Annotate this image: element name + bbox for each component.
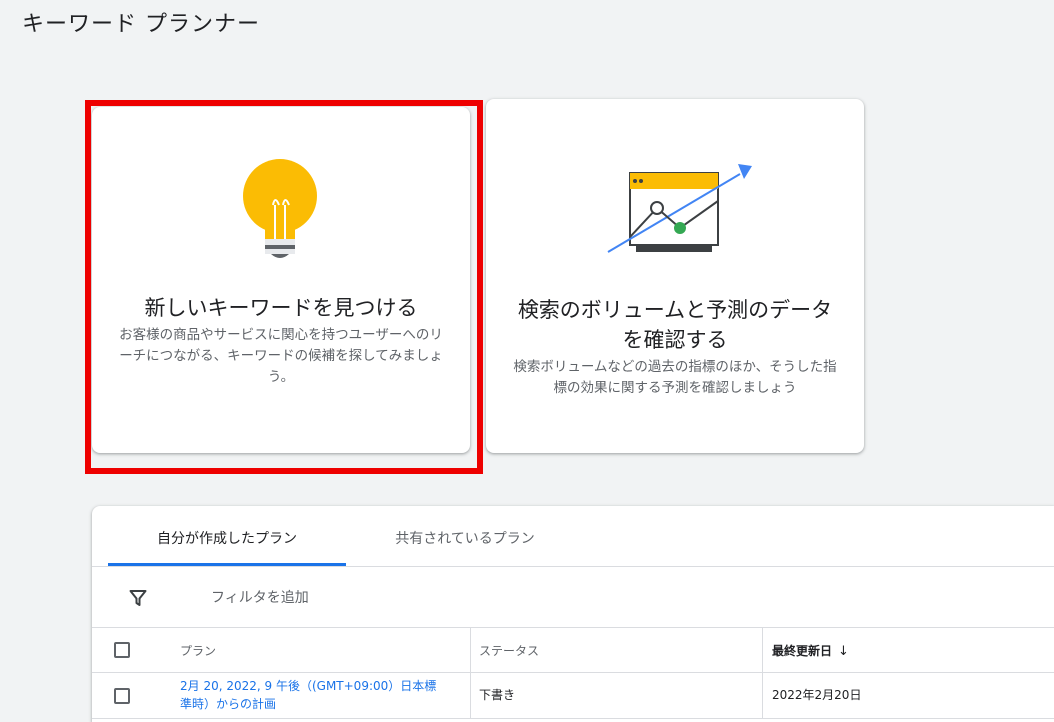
find-keywords-description: お客様の商品やサービスに関心を持つユーザーへのリーチにつながる、キーワードの候補… — [119, 327, 443, 385]
row-checkbox[interactable] — [114, 688, 130, 704]
forecast-card[interactable]: 検索のボリュームと予測のデータを確認する 検索ボリュームなどの過去の指標のほか、… — [486, 99, 864, 453]
find-keywords-card[interactable]: 新しいキーワードを見つける お客様の商品やサービスに関心を持つユーザーへのリーチ… — [92, 107, 470, 453]
column-divider — [762, 628, 763, 672]
column-divider — [470, 673, 471, 718]
plans-tabs: 自分が作成したプラン 共有されているプラン — [92, 506, 1054, 567]
tab-my-plans[interactable]: 自分が作成したプラン — [108, 506, 346, 566]
forecast-title: 検索のボリュームと予測のデータを確認する — [517, 298, 833, 352]
trend-chart-icon — [607, 164, 752, 253]
column-header-updated-label: 最終更新日 — [772, 644, 833, 658]
plans-panel: 自分が作成したプラン 共有されているプラン フィルタを追加 プラン ステータス … — [92, 506, 1054, 722]
column-header-updated[interactable]: 最終更新日 ↓ — [772, 642, 849, 659]
forecast-description: 検索ボリュームなどの過去の指標のほか、そうした指標の効果に関する予測を確認しまし… — [513, 359, 837, 396]
plan-updated-date: 2022年2月20日 — [772, 688, 862, 702]
column-divider — [470, 628, 471, 672]
page-title: キーワード プランナー — [22, 12, 260, 37]
column-divider — [762, 673, 763, 718]
lightbulb-icon — [243, 159, 317, 258]
column-header-plan[interactable]: プラン — [180, 642, 216, 659]
add-filter-button[interactable]: フィルタを追加 — [211, 587, 309, 607]
plan-status: 下書き — [479, 688, 516, 702]
tab-shared-plans[interactable]: 共有されているプラン — [346, 506, 584, 566]
filter-bar: フィルタを追加 — [92, 567, 1054, 628]
plan-name-link[interactable]: 2月 20, 2022, 9 午後（(GMT+09:00）日本標準時）からの計画 — [180, 677, 448, 713]
table-header: プラン ステータス 最終更新日 ↓ — [92, 628, 1054, 673]
column-header-status[interactable]: ステータス — [479, 642, 539, 659]
table-row: 2月 20, 2022, 9 午後（(GMT+09:00）日本標準時）からの計画… — [92, 673, 1054, 719]
arrow-down-icon: ↓ — [838, 644, 849, 659]
filter-icon[interactable] — [129, 589, 147, 607]
find-keywords-title: 新しいキーワードを見つける — [144, 296, 418, 320]
select-all-checkbox[interactable] — [114, 642, 130, 658]
